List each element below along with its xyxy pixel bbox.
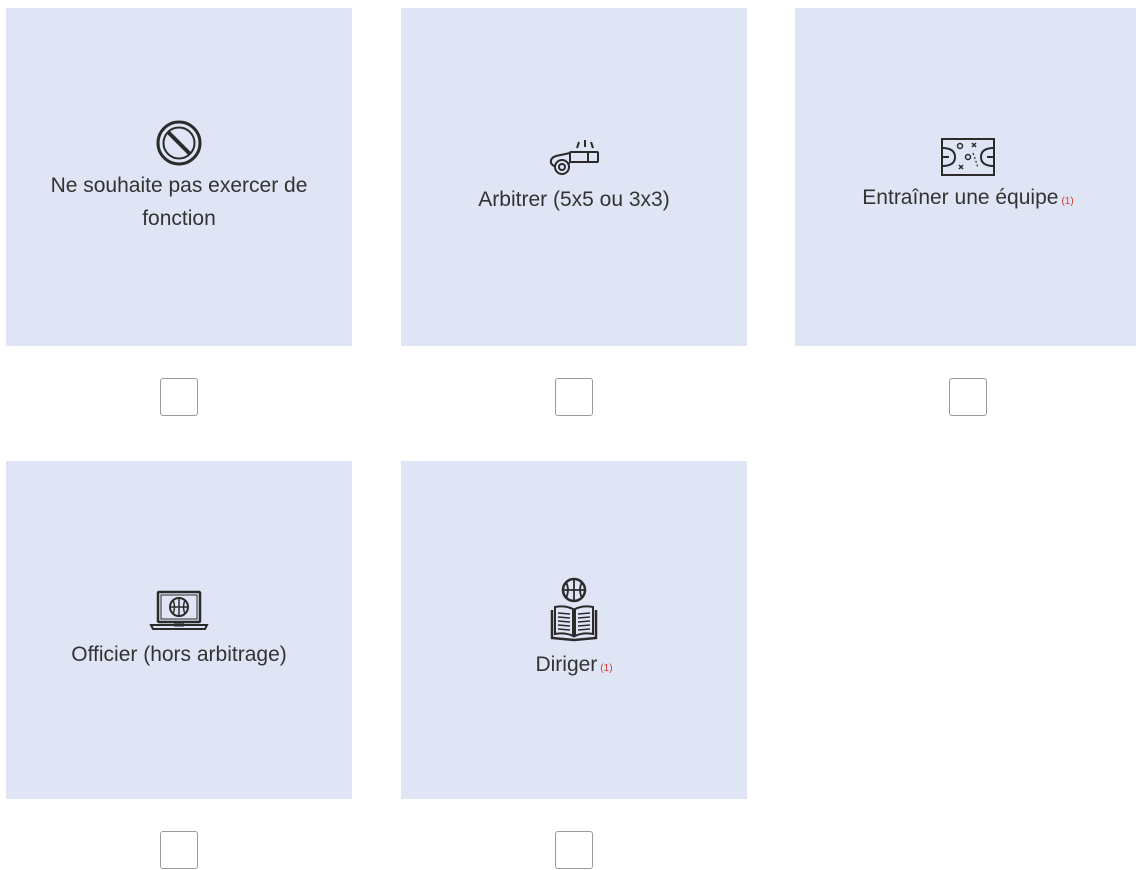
option-label-text: Entraîner une équipe — [862, 185, 1059, 209]
checkbox-manage[interactable] — [555, 831, 593, 869]
footnote-marker: (1) — [600, 662, 613, 674]
prohibited-icon — [155, 119, 203, 167]
court-tactics-icon — [940, 137, 996, 177]
option-card-coach[interactable]: Entraîner une équipe (1) — [795, 8, 1136, 346]
option-label: Officier (hors arbitrage) — [57, 638, 301, 671]
option-card-no-function[interactable]: Ne souhaite pas exercer de fonction — [6, 8, 352, 346]
basketball-book-icon — [548, 576, 600, 644]
option-card-manage[interactable]: Diriger (1) — [401, 461, 747, 799]
checkbox-no-function[interactable] — [160, 378, 198, 416]
option-label-text: Officier (hors arbitrage) — [71, 642, 287, 666]
checkbox-referee[interactable] — [555, 378, 593, 416]
option-label-text: Ne souhaite pas exercer de fonction — [50, 174, 308, 230]
checkbox-coach[interactable] — [949, 378, 987, 416]
option-label: Entraîner une équipe (1) — [848, 181, 1087, 218]
option-card-official[interactable]: Officier (hors arbitrage) — [6, 461, 352, 799]
option-card-referee[interactable]: Arbitrer (5x5 ou 3x3) — [401, 8, 747, 346]
option-label-text: Diriger — [535, 652, 598, 676]
laptop-basketball-icon — [149, 590, 209, 632]
option-label-text: Arbitrer (5x5 ou 3x3) — [478, 187, 670, 211]
option-label: Diriger (1) — [521, 648, 626, 685]
option-label: Arbitrer (5x5 ou 3x3) — [464, 183, 683, 216]
whistle-icon — [546, 139, 602, 177]
checkbox-official[interactable] — [160, 831, 198, 869]
option-label: Ne souhaite pas exercer de fonction — [6, 169, 352, 235]
footnote-marker: (1) — [1061, 195, 1074, 207]
